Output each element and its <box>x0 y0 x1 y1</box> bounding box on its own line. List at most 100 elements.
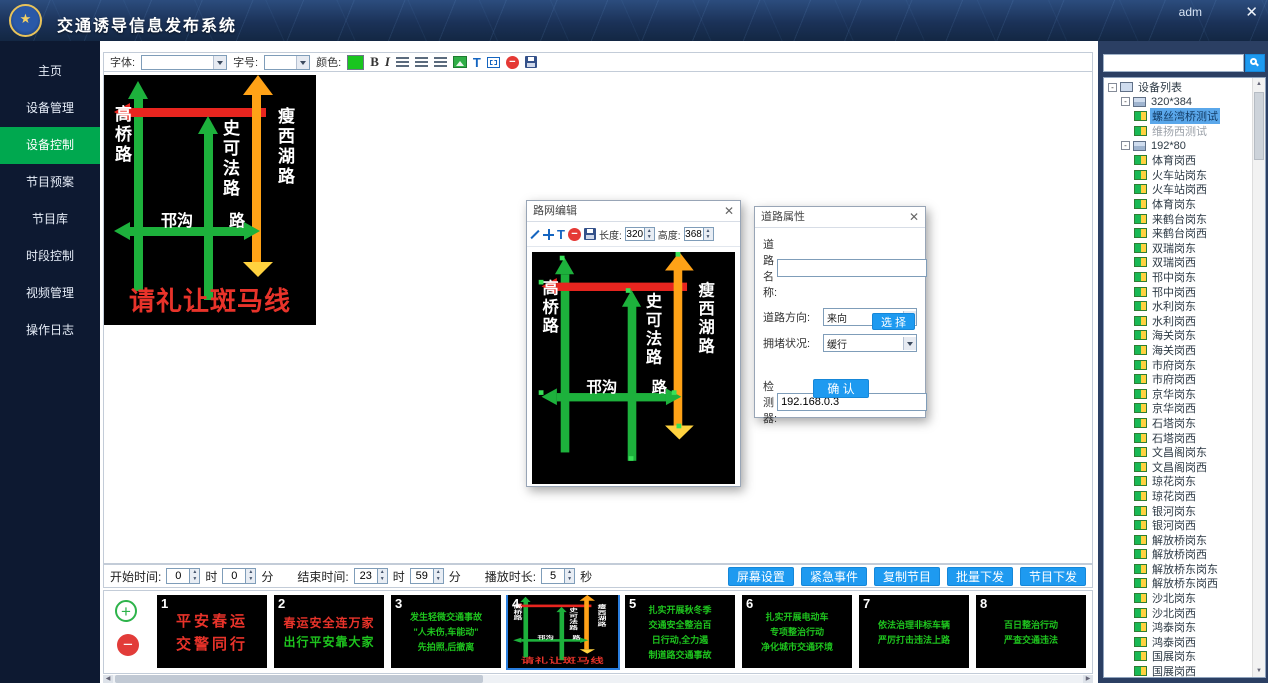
sidebar-item-4[interactable]: 节目库 <box>0 201 100 238</box>
bold-button[interactable]: B <box>370 54 379 70</box>
scroll-up-icon[interactable]: ▲ <box>1253 78 1265 90</box>
tree-node-label[interactable]: 邗中岗东 <box>1150 269 1198 285</box>
scrollbar-thumb[interactable] <box>115 675 483 683</box>
sidebar-item-3[interactable]: 节目预案 <box>0 164 100 201</box>
tree-node-label[interactable]: 解放桥东岗西 <box>1150 575 1220 591</box>
tree-node-label[interactable]: 市府岗东 <box>1150 357 1198 373</box>
height-stepper[interactable]: ▲▼ <box>704 227 714 241</box>
congestion-select[interactable]: 缓行 <box>823 334 917 352</box>
height-input[interactable] <box>684 227 704 241</box>
confirm-button[interactable]: 确 认 <box>813 379 869 398</box>
tree-node-label[interactable]: 国展岗西 <box>1150 663 1198 677</box>
tree-node-label[interactable]: 沙北岗东 <box>1150 590 1198 606</box>
align-right-icon[interactable] <box>434 57 447 67</box>
scroll-left-icon[interactable]: ◀ <box>103 675 113 683</box>
tree-node-label[interactable]: 国展岗东 <box>1150 648 1198 664</box>
program-thumb-3[interactable]: 3发生轻微交通事故"人未伤,车能动"先拍照,后撤离 <box>391 595 501 668</box>
tree-node-label[interactable]: 来鹤台岗东 <box>1150 211 1209 227</box>
tree-node-label[interactable]: 沙北岗西 <box>1150 605 1198 621</box>
save-icon[interactable] <box>584 228 596 240</box>
select-button[interactable]: 选 择 <box>872 313 915 330</box>
sidebar-item-1[interactable]: 设备管理 <box>0 90 100 127</box>
end-hour-input[interactable] <box>354 568 378 584</box>
tree-node-label[interactable]: 火车站岗东 <box>1150 167 1209 183</box>
action-button-4[interactable]: 节目下发 <box>1020 567 1086 586</box>
tree-node-label[interactable]: 石塔岗西 <box>1150 430 1198 446</box>
italic-button[interactable]: I <box>385 54 390 70</box>
tree-node-label[interactable]: 京华岗西 <box>1150 400 1198 416</box>
tree-node-label[interactable]: 石塔岗东 <box>1150 415 1198 431</box>
tree-node-label[interactable]: 海关岗东 <box>1150 327 1198 343</box>
scroll-down-icon[interactable]: ▼ <box>1253 665 1265 677</box>
program-thumb-5[interactable]: 5扎实开展秋冬季交通安全整治百日行动,全力遏制道路交通事故 <box>625 595 735 668</box>
tree-node-label[interactable]: 螺丝湾桥测试 <box>1150 108 1220 124</box>
tree-node-label[interactable]: 双瑞岗西 <box>1150 254 1198 270</box>
tree-node-label[interactable]: 水利岗西 <box>1150 313 1198 329</box>
end-minute-stepper[interactable]: ▲▼ <box>434 568 444 584</box>
road-name-input[interactable] <box>777 259 927 277</box>
tree-node-label[interactable]: 文昌阁岗东 <box>1150 444 1209 460</box>
add-program-button[interactable]: + <box>115 600 137 622</box>
sidebar-item-5[interactable]: 时段控制 <box>0 238 100 275</box>
text-tool-icon[interactable]: T <box>473 55 481 70</box>
end-hour-stepper[interactable]: ▲▼ <box>378 568 388 584</box>
start-hour-stepper[interactable]: ▲▼ <box>190 568 200 584</box>
sidebar-item-2[interactable]: 设备控制 <box>0 127 100 164</box>
tree-scrollbar[interactable]: ▲ ▼ <box>1252 78 1265 677</box>
tree-node-label[interactable]: 银河岗西 <box>1150 517 1198 533</box>
tree-node-label[interactable]: 琼花岗东 <box>1150 473 1198 489</box>
start-hour-input[interactable] <box>166 568 190 584</box>
device-search-input[interactable] <box>1103 54 1244 72</box>
program-thumb-7[interactable]: 7依法治理非标车辆严厉打击违法上路 <box>859 595 969 668</box>
tree-node-label[interactable]: 文昌阁岗西 <box>1150 459 1209 475</box>
tree-node-label[interactable]: 水利岗东 <box>1150 298 1198 314</box>
align-center-icon[interactable] <box>415 57 428 67</box>
close-icon[interactable]: ✕ <box>909 207 919 227</box>
tree-collapse-icon[interactable]: - <box>1108 83 1117 92</box>
sidebar-item-6[interactable]: 视频管理 <box>0 275 100 312</box>
insert-image-icon[interactable] <box>453 56 467 68</box>
font-size-select[interactable] <box>264 55 310 70</box>
program-thumb-2[interactable]: 2春运安全连万家出行平安靠大家 <box>274 595 384 668</box>
tree-node-label[interactable]: 火车站岗西 <box>1150 181 1209 197</box>
text-tool-icon[interactable]: T <box>557 227 565 242</box>
tree-node-label[interactable]: 192*80 <box>1149 140 1188 152</box>
tree-collapse-icon[interactable]: - <box>1121 141 1130 150</box>
save-icon[interactable] <box>525 56 537 68</box>
tree-node-label[interactable]: 体育岗东 <box>1150 196 1198 212</box>
tree-node-label[interactable]: 银河岗东 <box>1150 503 1198 519</box>
window-close-icon[interactable]: ✕ <box>1245 3 1258 21</box>
duration-input[interactable] <box>541 568 565 584</box>
action-button-2[interactable]: 复制节目 <box>874 567 940 586</box>
start-minute-input[interactable] <box>222 568 246 584</box>
chevron-down-icon[interactable] <box>296 56 309 69</box>
screen-preview[interactable]: 高桥路 史可法路 瘦西湖路 邗沟 路 请礼让斑马线 <box>104 75 316 325</box>
tree-node-label[interactable]: 体育岗西 <box>1150 152 1198 168</box>
program-thumb-4[interactable]: 4 高桥路 史可法路 瘦西湖路 邗沟 路 请礼让斑马线 <box>508 595 618 668</box>
end-minute-input[interactable] <box>410 568 434 584</box>
tree-node-label[interactable]: 鸿泰岗东 <box>1150 619 1198 635</box>
search-button[interactable] <box>1245 54 1265 72</box>
scrollbar-thumb[interactable] <box>1254 92 1264 160</box>
start-minute-stepper[interactable]: ▲▼ <box>246 568 256 584</box>
tree-node-label[interactable]: 琼花岗西 <box>1150 488 1198 504</box>
tree-node-label[interactable]: 解放桥岗东 <box>1150 532 1209 548</box>
remove-program-button[interactable]: − <box>117 634 139 656</box>
tree-collapse-icon[interactable]: - <box>1121 97 1130 106</box>
road-network-canvas[interactable]: 高桥路 史可法路 瘦西湖路 邗沟 路 请礼让斑马线 <box>532 252 735 484</box>
tree-node-label[interactable]: 鸿泰岗西 <box>1150 634 1198 650</box>
sidebar-item-0[interactable]: 主页 <box>0 53 100 90</box>
move-tool-icon[interactable] <box>543 229 554 240</box>
align-left-icon[interactable] <box>396 57 409 67</box>
close-icon[interactable]: ✕ <box>724 201 734 221</box>
draw-line-icon[interactable] <box>530 229 539 238</box>
length-input[interactable] <box>625 227 645 241</box>
current-user[interactable]: adm <box>1179 5 1202 19</box>
chevron-down-icon[interactable] <box>213 56 226 69</box>
delete-icon[interactable]: − <box>568 228 581 241</box>
sidebar-item-7[interactable]: 操作日志 <box>0 312 100 349</box>
tree-node-label[interactable]: 320*384 <box>1149 96 1194 108</box>
tree-node-label[interactable]: 京华岗东 <box>1150 386 1198 402</box>
tree-node-label[interactable]: 维扬西测试 <box>1150 123 1209 139</box>
tree-node-label[interactable]: 设备列表 <box>1136 80 1184 95</box>
